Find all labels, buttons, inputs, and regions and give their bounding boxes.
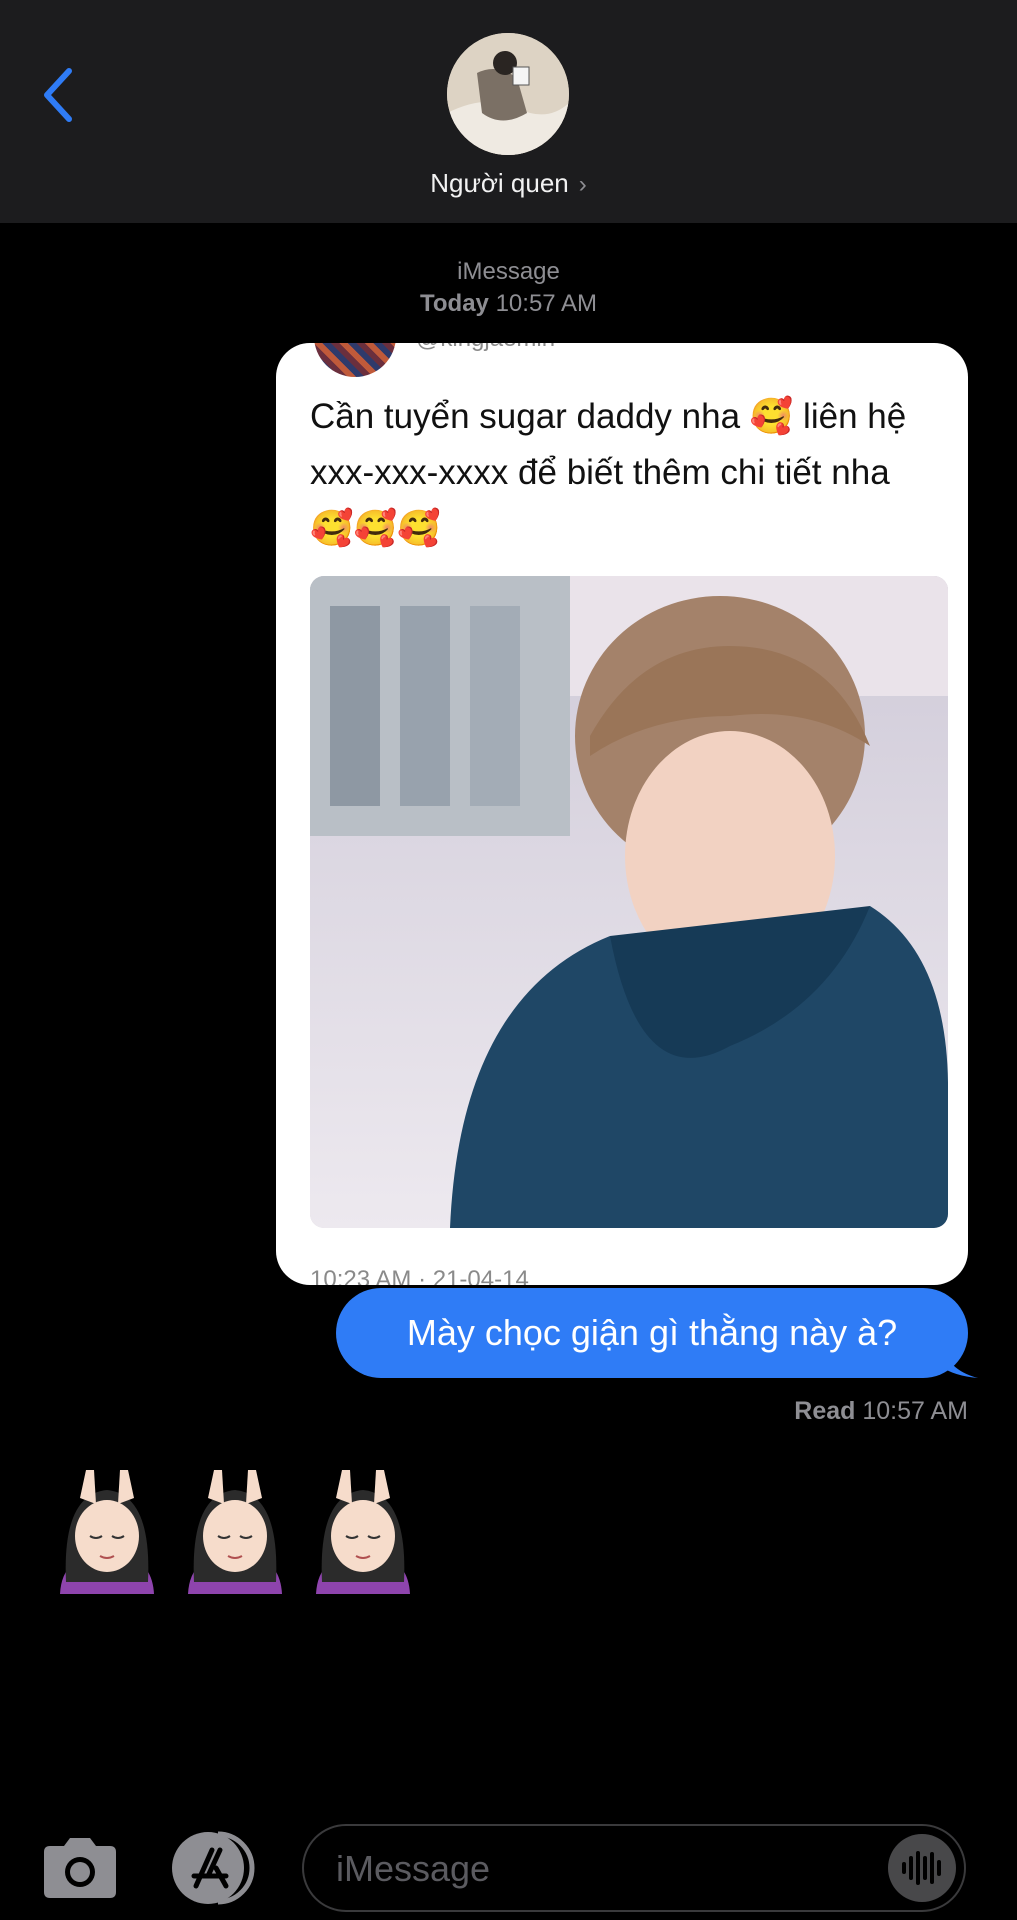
camera-button[interactable] — [40, 1836, 120, 1900]
app-store-icon — [172, 1831, 255, 1905]
contact-avatar[interactable] — [447, 33, 569, 155]
tweet-photo — [310, 576, 948, 1228]
avatar-photo — [447, 33, 569, 155]
back-button[interactable] — [28, 60, 88, 130]
face-massage-emoji — [188, 1470, 282, 1594]
tweet-screenshot-bubble[interactable]: @kingjaemin Cần tuyển sugar daddy nha 🥰 … — [276, 343, 968, 1285]
audio-message-button[interactable] — [888, 1834, 956, 1902]
selfie-image — [310, 576, 948, 1228]
contact-name-label: Người quen — [430, 168, 569, 198]
read-receipt: Read 10:57 AM — [794, 1397, 968, 1426]
conversation-header: Người quen › — [0, 0, 1017, 223]
face-massage-emoji — [316, 1470, 410, 1594]
message-input-placeholder: iMessage — [336, 1848, 491, 1889]
read-status: Read — [794, 1397, 856, 1425]
tweet-posted-time: 10:23 AM · 21-04-14 — [310, 1266, 529, 1285]
service-label: iMessage — [457, 258, 560, 285]
camera-icon — [44, 1838, 116, 1898]
thread-timestamp: Today 10:57 AM — [0, 290, 1017, 318]
received-emoji-message[interactable] — [52, 1464, 418, 1594]
sent-message-text: Mày chọc giận gì thằng này à? — [406, 1312, 898, 1353]
contact-name[interactable]: Người quen › — [0, 168, 1017, 199]
waveform-icon — [902, 1851, 941, 1885]
read-time: 10:57 AM — [862, 1397, 968, 1425]
timestamp-day: Today — [420, 290, 489, 317]
chevron-right-icon: › — [578, 171, 587, 198]
sent-message-bubble[interactable]: Mày chọc giận gì thằng này à? — [336, 1288, 968, 1378]
bubble-tail — [940, 1340, 978, 1378]
tweet-text: Cần tuyển sugar daddy nha 🥰 liên hệ xxx-… — [310, 397, 907, 548]
tweet-handle: @kingjaemin — [416, 343, 555, 353]
tweet-avatar — [314, 343, 396, 377]
message-input[interactable]: iMessage — [302, 1824, 966, 1912]
chevron-left-icon — [44, 68, 72, 122]
timestamp-time: 10:57 AM — [495, 290, 597, 317]
face-massage-emoji — [60, 1470, 154, 1594]
app-store-button[interactable] — [170, 1830, 262, 1906]
